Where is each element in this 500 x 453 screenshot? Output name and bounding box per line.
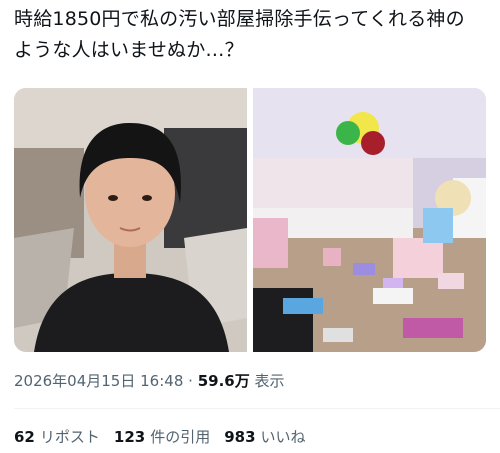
- tweet-time[interactable]: 16:48: [140, 372, 183, 390]
- tweet-date[interactable]: 2026年04月15日: [14, 372, 135, 390]
- engagement-stats: 62 リポスト 123 件の引用 983 いいね: [14, 426, 306, 447]
- views-label: 表示: [254, 372, 285, 390]
- stats-divider: [14, 408, 500, 409]
- reposts-label: リポスト: [39, 428, 100, 446]
- quotes-label: 件の引用: [150, 428, 211, 446]
- selfie-image: [14, 88, 247, 352]
- likes-label: いいね: [260, 428, 306, 446]
- tweet-meta: 2026年04月15日 16:48 · 59.6万 表示: [14, 370, 285, 391]
- reposts-count: 62: [14, 428, 35, 446]
- selfie-photo[interactable]: [14, 88, 247, 352]
- reposts-stat[interactable]: 62 リポスト: [14, 426, 100, 447]
- quotes-count: 123: [113, 428, 146, 446]
- messy-room-photo[interactable]: [253, 88, 486, 352]
- quotes-stat[interactable]: 123 件の引用: [114, 426, 210, 447]
- tweet-text: 時給1850円で私の汚い部屋掃除手伝ってくれる神のような人はいませぬか…？: [14, 8, 465, 61]
- likes-count: 983: [224, 428, 256, 446]
- meta-separator: ·: [188, 372, 193, 390]
- tweet-media[interactable]: [14, 88, 486, 352]
- likes-stat[interactable]: 983 いいね: [224, 426, 305, 447]
- views-count: 59.6万: [197, 372, 250, 390]
- messy-room-image: [253, 88, 486, 352]
